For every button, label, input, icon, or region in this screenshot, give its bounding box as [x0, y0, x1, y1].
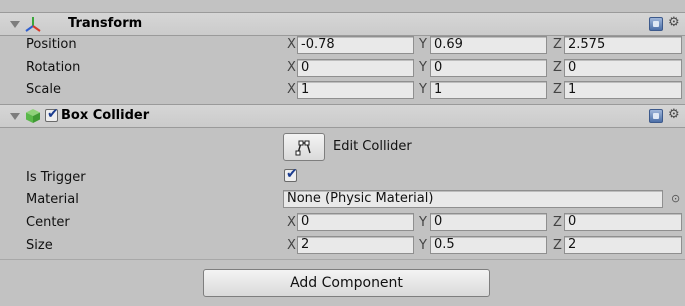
center-label: Center: [26, 215, 70, 230]
z-axis-label[interactable]: Z: [553, 215, 562, 230]
y-axis-label[interactable]: Y: [419, 60, 427, 75]
material-label: Material: [26, 192, 79, 207]
position-z-field[interactable]: 2.575: [564, 36, 682, 54]
size-z-field[interactable]: 2: [564, 236, 682, 254]
component-title: Transform: [68, 16, 143, 31]
rotation-y-field[interactable]: 0: [430, 59, 547, 77]
help-icon[interactable]: [649, 109, 663, 123]
z-axis-label[interactable]: Z: [553, 37, 562, 52]
gear-icon[interactable]: ⚙: [668, 15, 680, 30]
transform-header[interactable]: Transform ⚙: [0, 12, 685, 36]
x-axis-label[interactable]: X: [287, 215, 296, 230]
component-title: Box Collider: [61, 108, 150, 123]
center-x-field[interactable]: 0: [297, 213, 414, 231]
checkmark-icon: ✔: [47, 106, 59, 122]
scale-z-field[interactable]: 1: [564, 81, 682, 99]
checkmark-icon: ✔: [286, 166, 298, 182]
foldout-arrow-icon[interactable]: [10, 113, 20, 120]
edit-collider-label: Edit Collider: [333, 139, 412, 154]
x-axis-label[interactable]: X: [287, 82, 296, 97]
size-label: Size: [26, 238, 53, 253]
position-y-field[interactable]: 0.69: [430, 36, 547, 54]
material-object-field[interactable]: None (Physic Material): [283, 190, 663, 208]
x-axis-label[interactable]: X: [287, 238, 296, 253]
row-label: Position: [26, 37, 77, 52]
scale-y-field[interactable]: 1: [430, 81, 547, 99]
x-axis-label[interactable]: X: [287, 60, 296, 75]
cube-icon: [26, 109, 40, 123]
y-axis-label[interactable]: Y: [419, 238, 427, 253]
row-label: Scale: [26, 82, 61, 97]
rotation-z-field[interactable]: 0: [564, 59, 682, 77]
object-picker-icon[interactable]: ⊙: [671, 192, 680, 205]
foldout-arrow-icon[interactable]: [10, 21, 20, 28]
help-icon[interactable]: [649, 17, 663, 31]
add-component-button[interactable]: Add Component: [203, 269, 490, 297]
position-x-field[interactable]: -0.78: [297, 36, 414, 54]
z-axis-label[interactable]: Z: [553, 238, 562, 253]
gear-icon[interactable]: ⚙: [668, 107, 680, 122]
section-divider: [0, 259, 685, 260]
y-axis-label[interactable]: Y: [419, 215, 427, 230]
is-trigger-checkbox[interactable]: ✔: [284, 166, 298, 182]
enabled-checkbox[interactable]: ✔: [45, 106, 59, 122]
is-trigger-label: Is Trigger: [26, 170, 86, 185]
y-axis-label[interactable]: Y: [419, 37, 427, 52]
edit-collider-button[interactable]: [283, 133, 325, 161]
center-y-field[interactable]: 0: [430, 213, 547, 231]
size-y-field[interactable]: 0.5: [430, 236, 547, 254]
scale-x-field[interactable]: 1: [297, 81, 414, 99]
box-collider-header[interactable]: ✔ Box Collider ⚙: [0, 104, 685, 128]
row-label: Rotation: [26, 60, 81, 75]
z-axis-label[interactable]: Z: [553, 82, 562, 97]
edit-bounds-icon: [295, 140, 311, 156]
x-axis-label[interactable]: X: [287, 37, 296, 52]
center-z-field[interactable]: 0: [564, 213, 682, 231]
y-axis-label[interactable]: Y: [419, 82, 427, 97]
size-x-field[interactable]: 2: [297, 236, 414, 254]
rotation-x-field[interactable]: 0: [297, 59, 414, 77]
add-component-label: Add Component: [290, 275, 403, 291]
transform-axes-icon: [25, 17, 41, 32]
z-axis-label[interactable]: Z: [553, 60, 562, 75]
